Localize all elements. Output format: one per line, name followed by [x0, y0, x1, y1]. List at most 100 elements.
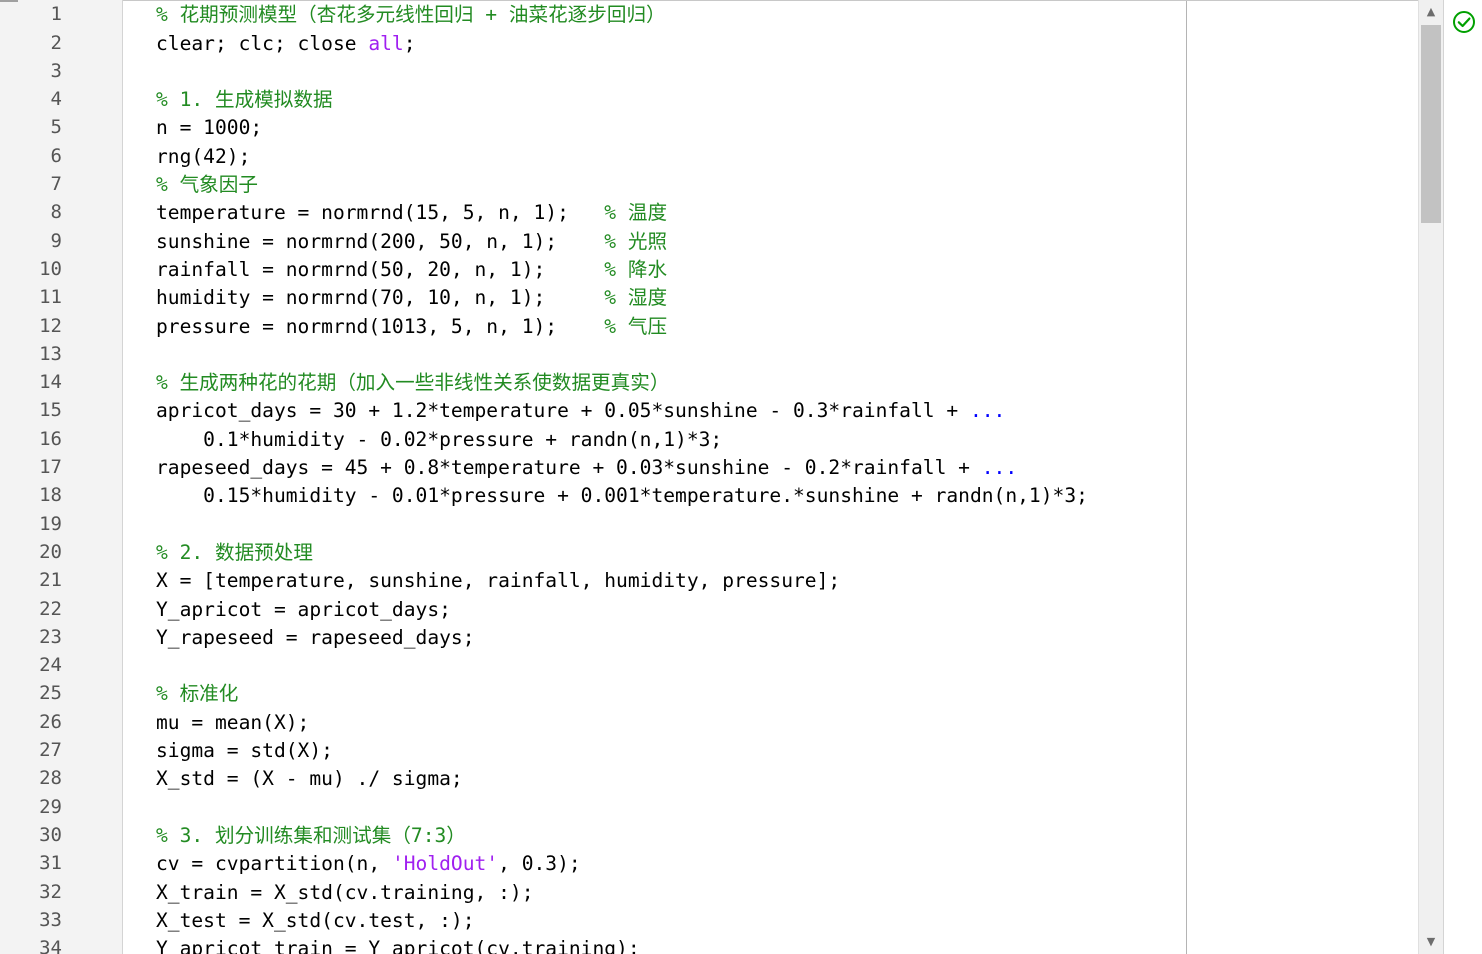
code-line[interactable]: % 标准化: [123, 680, 1418, 708]
token-string: all: [368, 31, 404, 55]
line-number[interactable]: 32: [0, 878, 62, 906]
scroll-thumb[interactable]: [1421, 25, 1441, 223]
line-number[interactable]: 16: [0, 425, 62, 453]
line-number[interactable]: 31: [0, 849, 62, 877]
line-number[interactable]: 1: [0, 0, 62, 28]
line-number[interactable]: 18: [0, 481, 62, 509]
token-code: sigma = std(X);: [156, 739, 333, 762]
token-code: Y_rapeseed = rapeseed_days;: [156, 625, 475, 649]
code-line[interactable]: X_std = (X - mu) ./ sigma;: [123, 765, 1418, 793]
code-line[interactable]: 0.15*humidity - 0.01*pressure + 0.001*te…: [123, 482, 1418, 510]
code-line[interactable]: [123, 794, 1418, 822]
check-circle-icon[interactable]: [1452, 10, 1476, 34]
code-line[interactable]: temperature = normrnd(15, 5, n, 1); % 温度: [123, 199, 1418, 227]
code-line[interactable]: % 3. 划分训练集和测试集（7:3）: [123, 822, 1418, 850]
code-line[interactable]: n = 1000;: [123, 114, 1418, 142]
line-number[interactable]: 2: [0, 29, 62, 57]
code-line[interactable]: sunshine = normrnd(200, 50, n, 1); % 光照: [123, 228, 1418, 256]
line-number[interactable]: 7: [0, 170, 62, 198]
token-comment: % 温度: [604, 201, 668, 225]
line-number[interactable]: 8: [0, 198, 62, 226]
code-line[interactable]: rng(42);: [123, 143, 1418, 171]
code-line[interactable]: X_train = X_std(cv.training, :);: [123, 879, 1418, 907]
code-analyzer-strip: [1443, 0, 1482, 954]
code-line[interactable]: X_test = X_std(cv.test, :);: [123, 907, 1418, 935]
code-line[interactable]: [123, 652, 1418, 680]
code-line[interactable]: % 2. 数据预处理: [123, 539, 1418, 567]
line-number[interactable]: 9: [0, 227, 62, 255]
scroll-down-arrow-icon[interactable]: ▼: [1419, 932, 1443, 952]
token-code: n = 1000;: [156, 116, 263, 140]
token-comment: % 2. 数据预处理: [156, 540, 313, 564]
code-line[interactable]: sigma = std(X);: [123, 737, 1418, 765]
code-line[interactable]: % 气象因子: [123, 171, 1418, 199]
token-comment: % 1. 生成模拟数据: [156, 88, 333, 112]
line-number[interactable]: 13: [0, 340, 62, 368]
line-number[interactable]: 4: [0, 85, 62, 113]
code-area[interactable]: % 花期预测模型（杏花多元线性回归 + 油菜花逐步回归） clear; clc; …: [123, 0, 1418, 954]
line-number[interactable]: 12: [0, 312, 62, 340]
line-number[interactable]: 3: [0, 57, 62, 85]
line-number[interactable]: 22: [0, 595, 62, 623]
code-line[interactable]: mu = mean(X);: [123, 709, 1418, 737]
code-line[interactable]: rainfall = normrnd(50, 20, n, 1); % 降水: [123, 256, 1418, 284]
token-comment: % 气压: [604, 314, 668, 338]
line-number[interactable]: 23: [0, 623, 62, 651]
line-number[interactable]: 26: [0, 708, 62, 736]
token-code: Y_apricot_train = Y_apricot(cv.training)…: [156, 937, 640, 954]
line-number[interactable]: 21: [0, 566, 62, 594]
code-line-text: X_test = X_std(cv.test, :);: [156, 907, 475, 935]
code-line-text: apricot_days = 30 + 1.2*temperature + 0.…: [156, 397, 1005, 425]
line-number[interactable]: 20: [0, 538, 62, 566]
token-code: rainfall = normrnd(50, 20, n, 1);: [156, 257, 605, 281]
token-string: 'HoldOut': [391, 852, 499, 876]
line-number[interactable]: 28: [0, 764, 62, 792]
code-line-text: X_train = X_std(cv.training, :);: [156, 879, 534, 907]
line-number[interactable]: 34: [0, 934, 62, 954]
line-number[interactable]: 30: [0, 821, 62, 849]
token-code: X_test = X_std(cv.test, :);: [156, 908, 475, 932]
line-number[interactable]: 15: [0, 396, 62, 424]
line-number[interactable]: 33: [0, 906, 62, 934]
line-number[interactable]: 17: [0, 453, 62, 481]
vertical-scrollbar[interactable]: ▲ ▼: [1418, 0, 1443, 954]
code-line[interactable]: [123, 511, 1418, 539]
token-code: cv = cvpartition(n,: [156, 852, 392, 876]
code-line[interactable]: clear; clc; close all;: [123, 30, 1418, 58]
code-editor[interactable]: % 花期预测模型（杏花多元线性回归 + 油菜花逐步回归） clear; clc; …: [0, 0, 1482, 954]
code-line[interactable]: Y_apricot = apricot_days;: [123, 596, 1418, 624]
code-line-text: rapeseed_days = 45 + 0.8*temperature + 0…: [156, 454, 1017, 482]
line-number[interactable]: 24: [0, 651, 62, 679]
token-code: 0.15*humidity - 0.01*pressure + 0.001*te…: [156, 484, 1088, 508]
code-line[interactable]: Y_apricot_train = Y_apricot(cv.training)…: [123, 935, 1418, 954]
line-number[interactable]: 29: [0, 793, 62, 821]
code-line-text: Y_apricot_train = Y_apricot(cv.training)…: [156, 935, 640, 954]
code-line[interactable]: % 1. 生成模拟数据: [123, 86, 1418, 114]
code-line[interactable]: [123, 341, 1418, 369]
scroll-up-arrow-icon[interactable]: ▲: [1419, 2, 1443, 22]
code-line[interactable]: pressure = normrnd(1013, 5, n, 1); % 气压: [123, 313, 1418, 341]
code-line[interactable]: 0.1*humidity - 0.02*pressure + randn(n,1…: [123, 426, 1418, 454]
line-number[interactable]: 10: [0, 255, 62, 283]
code-line[interactable]: % 花期预测模型（杏花多元线性回归 + 油菜花逐步回归）: [123, 1, 1418, 29]
code-line[interactable]: % 生成两种花的花期（加入一些非线性关系使数据更真实）: [123, 369, 1418, 397]
code-line[interactable]: rapeseed_days = 45 + 0.8*temperature + 0…: [123, 454, 1418, 482]
code-line[interactable]: apricot_days = 30 + 1.2*temperature + 0.…: [123, 397, 1418, 425]
line-number[interactable]: 25: [0, 679, 62, 707]
line-number[interactable]: 11: [0, 283, 62, 311]
token-comment: % 湿度: [604, 286, 668, 310]
code-line[interactable]: cv = cvpartition(n, 'HoldOut', 0.3);: [123, 850, 1418, 878]
line-number[interactable]: 6: [0, 142, 62, 170]
line-number[interactable]: 19: [0, 510, 62, 538]
line-number[interactable]: 14: [0, 368, 62, 396]
code-line[interactable]: Y_rapeseed = rapeseed_days;: [123, 624, 1418, 652]
line-number[interactable]: 27: [0, 736, 62, 764]
code-line-text: X = [temperature, sunshine, rainfall, hu…: [156, 567, 840, 595]
token-comment: % 生成两种花的花期（加入一些非线性关系使数据更真实）: [156, 371, 670, 395]
code-line[interactable]: X = [temperature, sunshine, rainfall, hu…: [123, 567, 1418, 595]
code-line[interactable]: humidity = normrnd(70, 10, n, 1); % 湿度: [123, 284, 1418, 312]
code-line-text: mu = mean(X);: [156, 709, 309, 737]
code-line[interactable]: [123, 58, 1418, 86]
line-number[interactable]: 5: [0, 113, 62, 141]
token-code: pressure = normrnd(1013, 5, n, 1);: [156, 314, 605, 338]
